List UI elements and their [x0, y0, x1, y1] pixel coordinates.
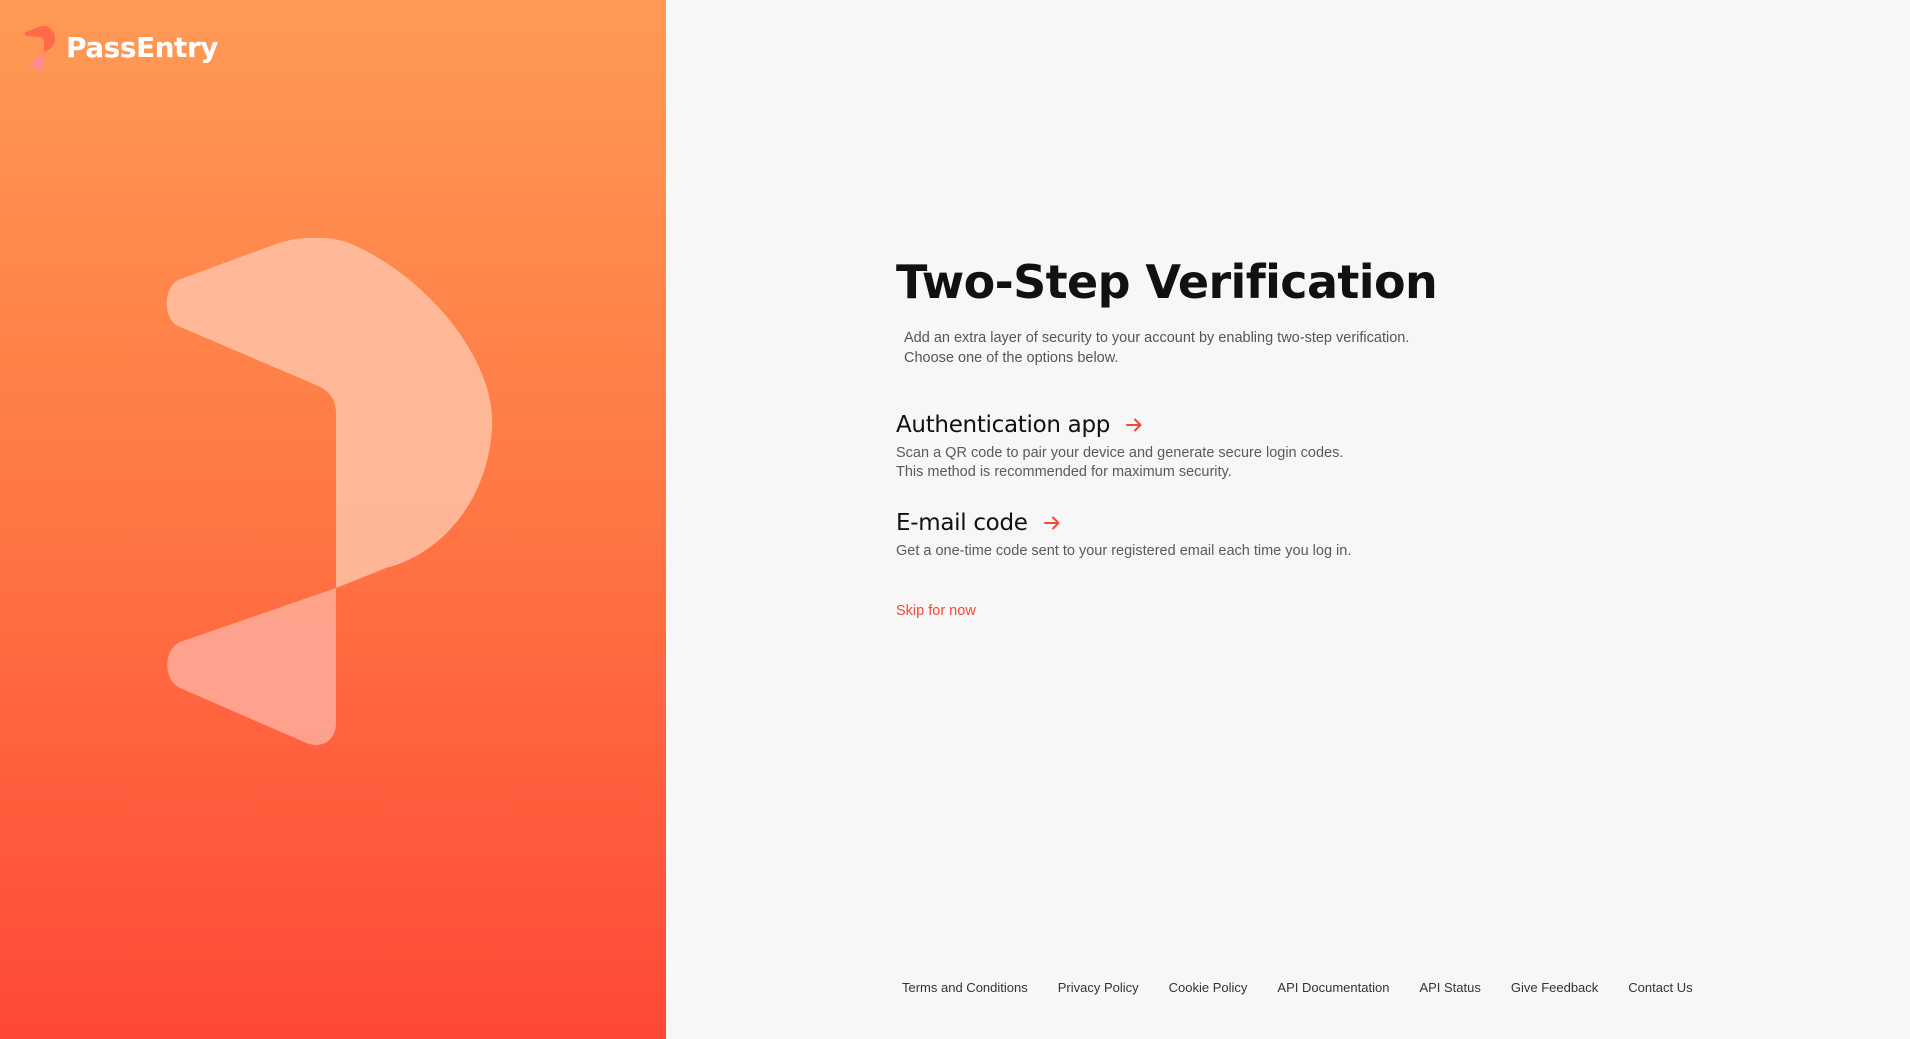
skip-for-now-link[interactable]: Skip for now [896, 603, 976, 619]
footer-links: Terms and Conditions Privacy Policy Cook… [902, 980, 1693, 995]
option-title[interactable]: Authentication app [896, 410, 1110, 440]
brand-graphic [166, 238, 493, 745]
option-description: Scan a QR code to pair your device and g… [896, 444, 1536, 482]
two-step-verification-page: PassEntry Two-Step Verification Add an e… [0, 0, 1910, 1039]
passentry-logo-icon [24, 25, 56, 72]
brand-panel: PassEntry [0, 0, 666, 1039]
description-line: Get a one-time code sent to your registe… [896, 543, 1352, 559]
footer-link-api-status[interactable]: API Status [1419, 980, 1480, 995]
footer-link-feedback[interactable]: Give Feedback [1511, 980, 1598, 995]
option-title[interactable]: E-mail code [896, 508, 1028, 538]
description-line: This method is recommended for maximum s… [896, 464, 1232, 480]
footer-link-contact[interactable]: Contact Us [1628, 980, 1692, 995]
page-subtitle: Add an extra layer of security to your a… [904, 328, 1536, 368]
content-panel: Two-Step Verification Add an extra layer… [666, 0, 1910, 1039]
option-header: Authentication app [896, 410, 1536, 440]
option-email-code[interactable]: E-mail code Get a one-time code sent to … [896, 508, 1536, 561]
page-title: Two-Step Verification [896, 255, 1438, 309]
footer-link-cookie[interactable]: Cookie Policy [1169, 980, 1248, 995]
brand-name: PassEntry [66, 30, 219, 64]
description-line: Scan a QR code to pair your device and g… [896, 445, 1344, 461]
logo[interactable]: PassEntry [24, 22, 219, 72]
footer-link-api-docs[interactable]: API Documentation [1277, 980, 1389, 995]
footer-link-terms[interactable]: Terms and Conditions [902, 980, 1028, 995]
option-header: E-mail code [896, 508, 1536, 538]
subtitle-line: Choose one of the options below. [904, 350, 1119, 366]
verification-content: Two-Step Verification Add an extra layer… [896, 252, 1536, 620]
footer-link-privacy[interactable]: Privacy Policy [1058, 980, 1139, 995]
option-authentication-app[interactable]: Authentication app Scan a QR code to pai… [896, 410, 1536, 482]
arrow-right-icon[interactable] [1124, 415, 1144, 435]
arrow-right-icon[interactable] [1042, 513, 1062, 533]
subtitle-line: Add an extra layer of security to your a… [904, 330, 1410, 346]
option-description: Get a one-time code sent to your registe… [896, 542, 1536, 561]
